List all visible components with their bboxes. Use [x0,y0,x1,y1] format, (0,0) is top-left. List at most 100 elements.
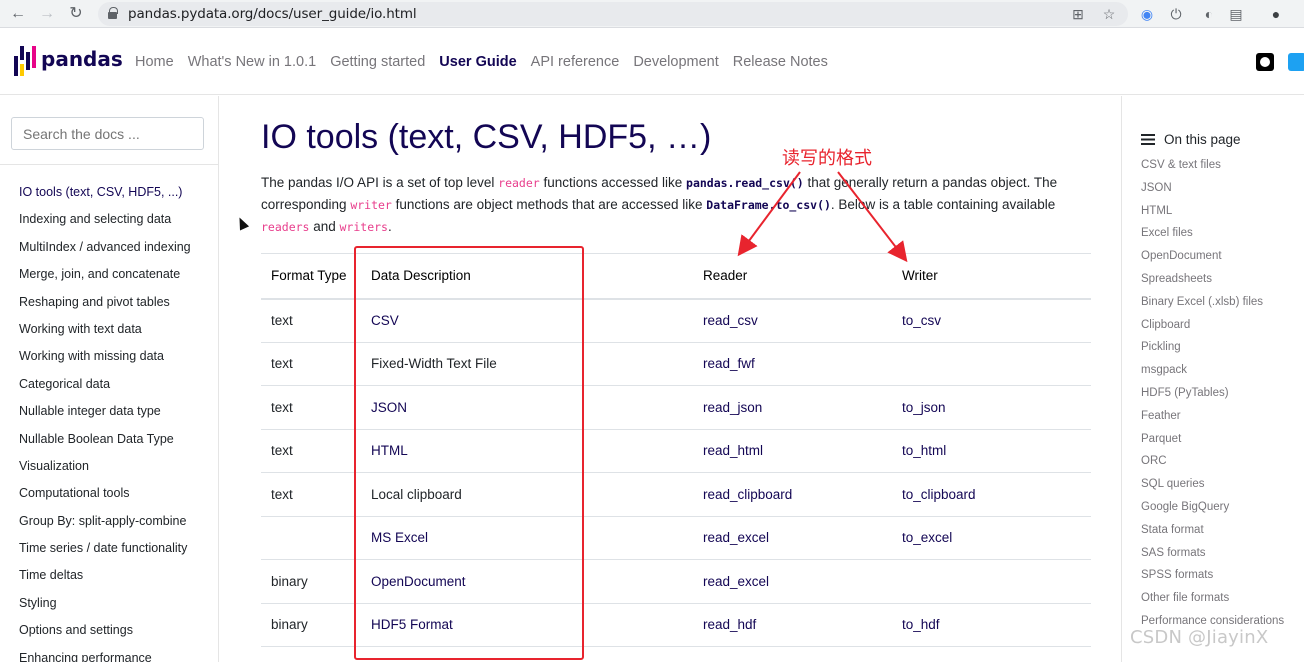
writer-link[interactable]: to_excel [892,516,1091,560]
sidebar-item-groupby[interactable]: Group By: split-apply-combine [19,514,191,541]
translate-icon[interactable]: ⊞ [1068,4,1088,24]
toc-item[interactable]: SQL queries [1141,477,1284,491]
sidebar-item-missing-data[interactable]: Working with missing data [19,349,191,376]
nav-getting-started[interactable]: Getting started [330,54,425,70]
annotation-label: 读写的格式 [782,148,872,169]
reader-link[interactable]: read_hdf [693,603,892,647]
address-bar[interactable]: pandas.pydata.org/docs/user_guide/io.htm… [98,2,1128,26]
intro-paragraph: The pandas I/O API is a set of top level… [261,175,1058,234]
toc-item[interactable]: ORC [1141,454,1284,468]
toc-item[interactable]: Stata format [1141,523,1284,537]
sidebar-item-computational[interactable]: Computational tools [19,486,191,513]
link-to-csv[interactable]: DataFrame.to_csv() [706,198,831,212]
toc-item[interactable]: Pickling [1141,340,1284,354]
writer-link[interactable]: to_csv [892,298,1091,343]
link-read-csv[interactable]: pandas.read_csv() [686,176,804,190]
reload-icon[interactable]: ↻ [66,4,86,24]
left-sidebar: IO tools (text, CSV, HDF5, ...) Indexing… [0,96,219,662]
toc-item[interactable]: SPSS formats [1141,568,1284,582]
toc-item[interactable]: Binary Excel (.xlsb) files [1141,295,1284,309]
toc-item[interactable]: SAS formats [1141,546,1284,560]
logo-text: pandas [41,47,123,71]
sidebar-item-nullable-bool[interactable]: Nullable Boolean Data Type [19,432,191,459]
reader-link[interactable]: read_html [693,429,892,473]
twitter-icon[interactable] [1288,53,1304,71]
format-type-cell: binary [261,603,361,647]
reader-link[interactable]: read_fwf [693,342,892,386]
nav-development[interactable]: Development [633,54,718,70]
toc-item[interactable]: HTML [1141,204,1284,218]
sidebar-item-visualization[interactable]: Visualization [19,459,191,486]
browser-toolbar: ← → ↻ pandas.pydata.org/docs/user_guide/… [0,0,1304,28]
toc-item[interactable]: Google BigQuery [1141,500,1284,514]
list-icon [1141,134,1155,145]
nav-home[interactable]: Home [135,54,174,70]
toc-item[interactable]: Performance considerations [1141,614,1284,628]
column-header: Format Type [261,253,361,300]
sidebar-item-timeseries[interactable]: Time series / date functionality [19,541,191,568]
writer-link[interactable]: to_clipboard [892,472,1091,517]
format-type-cell: text [261,472,361,517]
sidebar-item-styling[interactable]: Styling [19,596,191,623]
sidebar-item-performance[interactable]: Enhancing performance [19,651,191,662]
writer-link[interactable]: to_hdf [892,603,1091,647]
extension-2-icon[interactable]: ◐ [1199,4,1219,24]
toc-heading: On this page [1141,132,1241,147]
back-arrow-icon[interactable]: ← [8,4,28,24]
github-icon[interactable] [1256,53,1274,71]
reader-link[interactable]: read_csv [693,298,892,343]
search-input[interactable] [11,117,204,150]
format-type-cell [261,516,361,560]
toc-item[interactable]: Other file formats [1141,591,1284,605]
sidebar-item-text-data[interactable]: Working with text data [19,322,191,349]
writer-link[interactable]: to_json [892,385,1091,430]
extension-icon[interactable]: ◉ [1137,4,1157,24]
toc-item[interactable]: Spreadsheets [1141,272,1284,286]
writer-link[interactable]: to_html [892,429,1091,473]
lock-icon [108,7,118,19]
code-writer: writer [350,198,392,212]
format-type-cell: text [261,342,361,386]
code-readers: readers [261,220,310,234]
sidebar-item-options[interactable]: Options and settings [19,623,191,650]
sidebar-item-nullable-int[interactable]: Nullable integer data type [19,404,191,431]
toc-item[interactable]: Feather [1141,409,1284,423]
power-icon[interactable]: ⏻ [1166,4,1186,24]
writer-cell [892,342,1091,386]
sidebar-item-multiindex[interactable]: MultiIndex / advanced indexing [19,240,191,267]
profile-icon[interactable]: ● [1266,4,1286,24]
toc-item[interactable]: Clipboard [1141,318,1284,332]
sidebar-item-timedeltas[interactable]: Time deltas [19,568,191,595]
sidebar-nav: IO tools (text, CSV, HDF5, ...) Indexing… [19,185,191,662]
nav-release-notes[interactable]: Release Notes [733,54,828,70]
sidebar-item-io-tools[interactable]: IO tools (text, CSV, HDF5, ...) [19,185,191,212]
toc-item[interactable]: CSV & text files [1141,158,1284,172]
watermark: CSDN @JiayinX [1130,627,1269,648]
toc-item[interactable]: Parquet [1141,432,1284,446]
toc-item[interactable]: OpenDocument [1141,249,1284,263]
forward-arrow-icon[interactable]: → [37,4,57,24]
reader-link[interactable]: read_excel [693,559,892,604]
reader-link[interactable]: read_excel [693,516,892,560]
sidebar-item-categorical[interactable]: Categorical data [19,377,191,404]
toc-item[interactable]: msgpack [1141,363,1284,377]
sidebar-item-reshaping[interactable]: Reshaping and pivot tables [19,295,191,322]
toc-item[interactable]: Excel files [1141,226,1284,240]
top-nav: Home What's New in 1.0.1 Getting started… [135,54,842,70]
toc-item[interactable]: HDF5 (PyTables) [1141,386,1284,400]
bookmark-star-icon[interactable]: ☆ [1099,4,1119,24]
annotation-highlight-box [354,246,584,660]
nav-whats-new[interactable]: What's New in 1.0.1 [188,54,317,70]
sidebar-item-indexing[interactable]: Indexing and selecting data [19,212,191,239]
format-type-cell: text [261,298,361,343]
nav-api-reference[interactable]: API reference [531,54,620,70]
reader-icon[interactable]: ▤ [1226,4,1246,24]
column-header: Reader [693,253,892,300]
sidebar-item-merge[interactable]: Merge, join, and concatenate [19,267,191,294]
nav-user-guide[interactable]: User Guide [439,54,516,70]
toc-item[interactable]: JSON [1141,181,1284,195]
reader-link[interactable]: read_json [693,385,892,430]
reader-link[interactable]: read_clipboard [693,472,892,517]
url-text: pandas.pydata.org/docs/user_guide/io.htm… [128,6,417,22]
mouse-cursor-icon [234,215,250,231]
